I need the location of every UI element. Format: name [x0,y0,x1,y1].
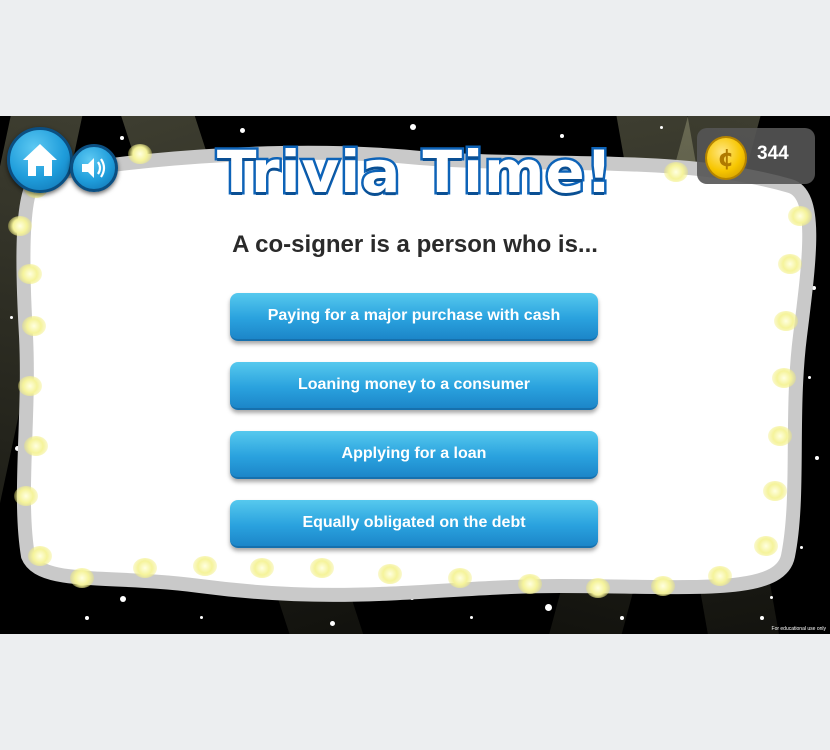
answer-button-3[interactable]: Applying for a loan [230,431,598,479]
marquee-bulb [250,558,274,578]
marquee-bulb [18,376,42,396]
answer-button-1[interactable]: Paying for a major purchase with cash [230,293,598,341]
marquee-bulb [788,206,812,226]
answer-button-4[interactable]: Equally obligated on the debt [230,500,598,548]
marquee-bulb [708,566,732,586]
marquee-bulb [378,564,402,584]
marquee-bulb [768,426,792,446]
marquee-bulb [24,436,48,456]
marquee-bulb [70,568,94,588]
marquee-bulb [774,311,798,331]
marquee-bulb [763,481,787,501]
marquee-bulb [18,264,42,284]
question-text: A co-signer is a person who is... [232,231,598,258]
marquee-bulb [28,546,52,566]
marquee-bulb [651,576,675,596]
answer-button-2[interactable]: Loaning money to a consumer [230,362,598,410]
marquee-bulb [586,578,610,598]
marquee-bulb [772,368,796,388]
footer-note: For educational use only [771,626,826,632]
marquee-bulb [193,556,217,576]
marquee-bulb [133,558,157,578]
marquee-bulb [754,536,778,556]
marquee-bulb [310,558,334,578]
marquee-bulb [14,486,38,506]
marquee-bulb [22,316,46,336]
marquee-bulb [448,568,472,588]
game-screen: ¢ 344 Trivia Time! A co-signer is a pers… [0,116,830,634]
marquee-bulb [518,574,542,594]
page-title: Trivia Time! [214,136,614,209]
